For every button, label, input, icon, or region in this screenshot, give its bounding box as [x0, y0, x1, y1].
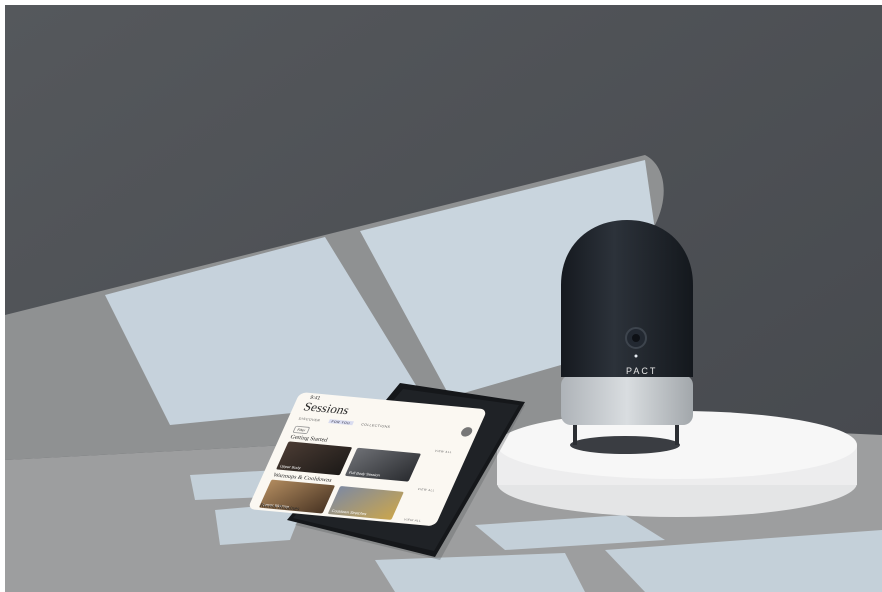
view-all-link[interactable]: VIEW ALL — [417, 488, 436, 493]
tab-for-you[interactable]: FOR YOU — [328, 419, 354, 426]
session-card[interactable]: Upper Body — [276, 441, 353, 476]
page-title: Sessions — [301, 400, 352, 418]
device-brand-logo: PACT — [626, 366, 658, 376]
product-photo: 9:41 Sessions DISCOVER FOR YOU COLLECTIO… — [5, 5, 882, 592]
tab-collections[interactable]: COLLECTIONS — [360, 422, 391, 429]
card-label: Cooldown Stretches — [330, 508, 368, 516]
tab-discover[interactable]: DISCOVER — [298, 416, 321, 422]
card-label: Full Body Session — [348, 470, 381, 478]
view-all-link[interactable]: VIEW ALL — [434, 449, 453, 454]
tab-bar: DISCOVER FOR YOU COLLECTIONS — [298, 416, 391, 428]
card-label: Upper Body — [279, 464, 302, 470]
view-all-link[interactable]: VIEW ALL — [403, 518, 422, 523]
avatar[interactable] — [459, 426, 474, 438]
session-card[interactable]: Cooldown Stretches — [327, 485, 404, 520]
session-card[interactable]: Full Body Session — [344, 447, 422, 482]
